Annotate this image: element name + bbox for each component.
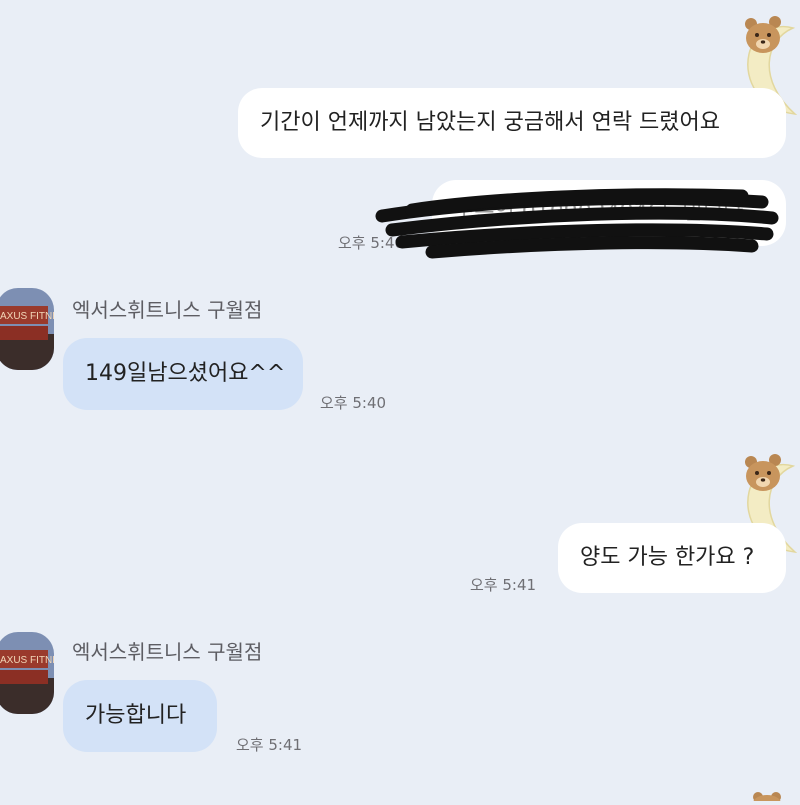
message-bubble-received[interactable]: 가능합니다 xyxy=(63,680,217,752)
avatar[interactable]: AXUS FITNESS xyxy=(0,288,54,370)
message-time: 오후 5:41 xyxy=(470,576,537,594)
message-bubble-received[interactable]: 149일남으셨어요^^ xyxy=(63,338,303,410)
message-bubble-sent[interactable]: 기간이 언제까지 남았는지 궁금해서 연락 드렸어요 xyxy=(238,88,786,158)
gym-sign-avatar-icon: AXUS FITNESS xyxy=(0,288,54,370)
message-time: 오후 5:40 xyxy=(320,394,387,412)
avatar-sign-text: AXUS FITNESS xyxy=(0,655,54,666)
message-text: 기간이 언제까지 남았는지 궁금해서 연락 드렸어요 xyxy=(260,110,721,135)
gym-sign-avatar-icon: AXUS FITNESS xyxy=(0,632,54,714)
sender-name: 엑서스휘트니스 구월점 xyxy=(72,640,263,664)
message-text: 가능합니다 xyxy=(85,703,187,728)
message-time: 오후 5:41 xyxy=(236,736,303,754)
bear-moon-icon xyxy=(753,792,781,805)
chat-room: 기간이 언제까지 남았는지 궁금해서 연락 드렸어요 조은영 010902494… xyxy=(0,0,800,805)
redaction-scribble xyxy=(375,188,779,259)
message-text: 양도 가능 한가요 ? xyxy=(580,545,755,570)
avatar[interactable]: AXUS FITNESS xyxy=(0,632,54,714)
message-bubble-sent[interactable]: 양도 가능 한가요 ? xyxy=(558,523,786,593)
bear-on-moon-sticker xyxy=(748,786,788,805)
message-text: 149일남으셨어요^^ xyxy=(85,361,286,386)
sender-name: 엑서스휘트니스 구월점 xyxy=(72,298,263,322)
avatar-sign-text: AXUS FITNESS xyxy=(0,311,54,322)
